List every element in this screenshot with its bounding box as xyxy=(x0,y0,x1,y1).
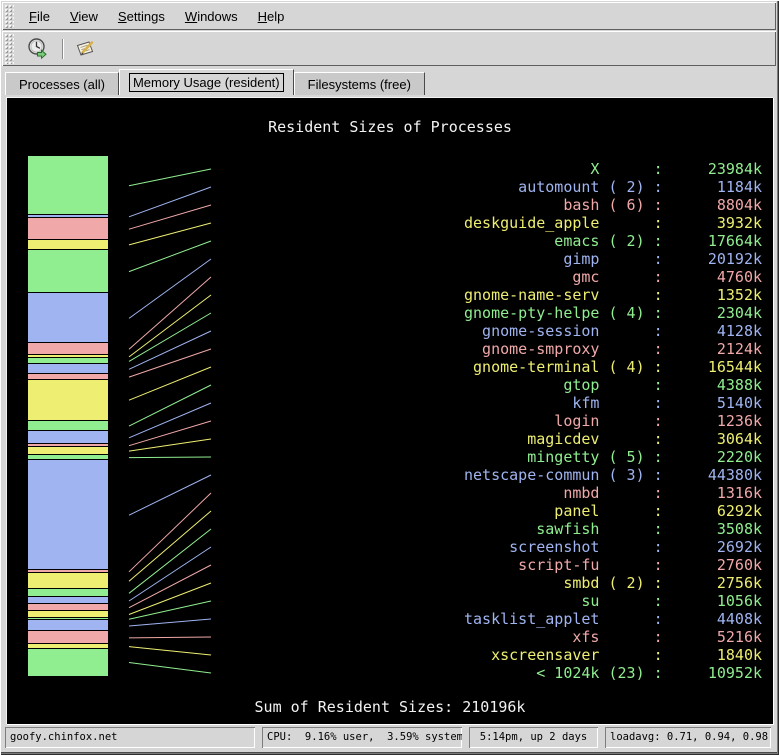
process-row: gnome-terminal ( 4) : 16544k xyxy=(464,358,762,376)
process-row: screenshot : 2692k xyxy=(464,538,762,556)
process-row: gnome-session : 4128k xyxy=(464,322,762,340)
loadavg-status: loadavg: 0.71, 0.94, 0.98 xyxy=(605,727,771,748)
connector-line xyxy=(129,277,211,349)
process-row: magicdev : 3064k xyxy=(464,430,762,448)
note-edit-glyph xyxy=(72,36,98,62)
tab-processes-all[interactable]: Processes (all) xyxy=(5,72,119,95)
connector-line xyxy=(129,223,211,245)
connector-line xyxy=(129,637,211,638)
menubar-drag-handle[interactable] xyxy=(4,4,14,28)
status-bar: goofy.chinfox.net CPU: 9.16% user, 3.59%… xyxy=(5,727,771,748)
process-row: script-fu : 2760k xyxy=(464,556,762,574)
tab-filesystems-free[interactable]: Filesystems (free) xyxy=(294,72,425,95)
process-row: login : 1236k xyxy=(464,412,762,430)
process-row: xfs : 5216k xyxy=(464,628,762,646)
toolbar-drag-handle[interactable] xyxy=(4,33,14,64)
memory-usage-chart: Resident Sizes of Processes X : 23984k a… xyxy=(6,97,773,724)
tool-bar xyxy=(2,31,776,66)
process-list: X : 23984k automount ( 2) : 1184k bash (… xyxy=(464,160,762,682)
connector-line xyxy=(129,547,211,601)
tab-memory-usage-resident[interactable]: Memory Usage (resident) xyxy=(119,69,294,95)
toolbar-separator xyxy=(62,39,64,59)
connector-line xyxy=(129,475,211,515)
process-row: gnome-pty-helpe ( 4) : 2304k xyxy=(464,304,762,322)
tab-label: Memory Usage (resident) xyxy=(129,73,284,92)
connector-line xyxy=(129,663,211,674)
process-row: X : 23984k xyxy=(464,160,762,178)
process-row: panel : 6292k xyxy=(464,502,762,520)
menu-bar: FileViewSettingsWindowsHelp xyxy=(2,2,776,30)
menu-settings[interactable]: Settings xyxy=(110,5,173,28)
process-row: bash ( 6) : 8804k xyxy=(464,196,762,214)
process-row: xscreensaver : 1840k xyxy=(464,646,762,664)
connector-line xyxy=(129,421,211,446)
hostname-status: goofy.chinfox.net xyxy=(5,727,255,748)
connector-line xyxy=(129,367,211,400)
connector-line xyxy=(129,259,211,318)
connector-line xyxy=(129,565,211,608)
time-uptime-status: 5:14pm, up 2 days xyxy=(469,727,598,748)
process-row: netscape-commun ( 3) : 44380k xyxy=(464,466,762,484)
connector-line xyxy=(129,439,211,451)
note-edit-icon[interactable] xyxy=(70,35,100,63)
connector-line xyxy=(129,241,211,272)
process-row: smbd ( 2) : 2756k xyxy=(464,574,762,592)
process-row: su : 1056k xyxy=(464,592,762,610)
process-row: tasklist_applet : 4408k xyxy=(464,610,762,628)
process-row: sawfish : 3508k xyxy=(464,520,762,538)
connector-line xyxy=(129,529,211,593)
menu-help[interactable]: Help xyxy=(250,5,293,28)
process-row: < 1024k (23) : 10952k xyxy=(464,664,762,682)
connector-line xyxy=(129,169,211,186)
menu-file[interactable]: File xyxy=(21,5,58,28)
menu-items: FileViewSettingsWindowsHelp xyxy=(17,5,292,28)
connector-line xyxy=(129,457,211,458)
tab-label: Processes (all) xyxy=(15,75,109,94)
menu-view[interactable]: View xyxy=(62,5,106,28)
connector-line xyxy=(129,187,211,217)
notebook-tabs: Processes (all) Memory Usage (resident) Fi… xyxy=(5,70,774,95)
timer-clock-glyph xyxy=(25,36,51,62)
cpu-status: CPU: 9.16% user, 3.59% system xyxy=(262,727,462,748)
process-row: gnome-name-serv : 1352k xyxy=(464,286,762,304)
process-row: automount ( 2) : 1184k xyxy=(464,178,762,196)
process-row: nmbd : 1316k xyxy=(464,484,762,502)
process-row: emacs ( 2) : 17664k xyxy=(464,232,762,250)
process-row: gnome-smproxy : 2124k xyxy=(464,340,762,358)
connector-line xyxy=(129,619,211,626)
connector-line xyxy=(129,205,211,229)
connector-line xyxy=(129,493,211,572)
connector-line xyxy=(129,295,211,357)
process-row: mingetty ( 5) : 2220k xyxy=(464,448,762,466)
process-row: deskguide_apple : 3932k xyxy=(464,214,762,232)
timer-clock-icon[interactable] xyxy=(23,35,53,63)
process-row: gimp : 20192k xyxy=(464,250,762,268)
gtop-window: FileViewSettingsWindowsHelp Processes (a… xyxy=(0,0,779,755)
menu-windows[interactable]: Windows xyxy=(177,5,246,28)
process-row: kfm : 5140k xyxy=(464,394,762,412)
connector-line xyxy=(129,511,211,581)
tab-label: Filesystems (free) xyxy=(304,75,415,94)
connector-line xyxy=(129,647,211,655)
sum-of-resident-sizes: Sum of Resident Sizes: 210196k xyxy=(7,699,773,715)
process-row: gtop : 4388k xyxy=(464,376,762,394)
process-row: gmc : 4760k xyxy=(464,268,762,286)
